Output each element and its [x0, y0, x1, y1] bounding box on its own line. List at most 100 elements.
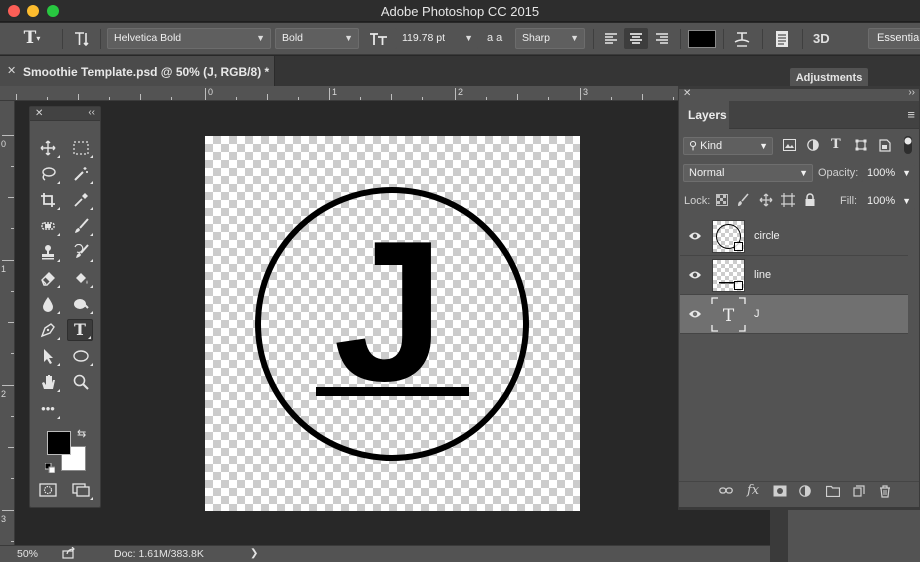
fill-label: Fill: — [840, 195, 858, 207]
layer-filter-select[interactable]: ⚲ Kind ▼ — [683, 137, 773, 155]
layer-name: line — [754, 269, 772, 281]
new-group-icon[interactable] — [825, 485, 841, 500]
document-canvas[interactable]: J — [205, 136, 580, 511]
separator — [593, 29, 594, 49]
brush-tool-icon[interactable] — [68, 215, 94, 237]
eyedropper-tool-icon[interactable] — [68, 189, 94, 211]
more-tools-icon[interactable]: ••• — [35, 398, 61, 420]
link-layers-icon[interactable] — [719, 485, 733, 500]
filter-pixel-icon[interactable] — [783, 139, 796, 154]
zoom-tool-icon[interactable] — [68, 371, 94, 393]
layer-row-j[interactable]: T J — [680, 295, 908, 334]
lock-pixels-icon[interactable] — [737, 193, 749, 210]
type-tool-preset-icon[interactable]: T▾ — [18, 28, 46, 49]
align-left-icon[interactable] — [600, 28, 622, 49]
eraser-tool-icon[interactable] — [35, 267, 61, 289]
vertical-ruler: 0 1 2 3 — [0, 101, 15, 545]
ruler-mark: 0 — [1, 139, 7, 149]
tab-adjustments[interactable]: Adjustments — [790, 68, 868, 86]
chevron-down-icon: ▼ — [759, 141, 768, 151]
close-tab-icon[interactable]: ✕ — [7, 64, 16, 77]
quick-mask-icon[interactable] — [35, 479, 61, 501]
layer-row-line[interactable]: line — [680, 256, 908, 295]
filter-adjustment-icon[interactable] — [807, 139, 819, 154]
filter-type-icon[interactable]: T — [831, 137, 841, 152]
lock-artboard-icon[interactable] — [781, 193, 795, 210]
crop-tool-icon[interactable] — [35, 189, 61, 211]
opacity-input[interactable]: 100% ▼ — [861, 164, 916, 182]
visibility-eye-icon[interactable] — [688, 307, 702, 321]
separator — [762, 29, 763, 49]
character-panel-icon[interactable] — [770, 28, 794, 49]
share-icon[interactable] — [62, 546, 76, 562]
ruler-mark: 1 — [1, 264, 7, 274]
magic-wand-tool-icon[interactable] — [68, 163, 94, 185]
collapse-icon[interactable]: ›› — [908, 87, 915, 98]
lock-transparent-icon[interactable] — [716, 194, 728, 209]
pen-tool-icon[interactable] — [35, 319, 61, 341]
warp-text-icon[interactable] — [730, 28, 754, 49]
font-size-value: 119.78 pt — [402, 32, 446, 44]
clone-stamp-tool-icon[interactable] — [35, 241, 61, 263]
lock-all-icon[interactable] — [804, 193, 816, 210]
filter-toggle[interactable] — [903, 135, 913, 158]
new-layer-icon[interactable] — [853, 485, 865, 500]
collapse-icon[interactable]: ‹‹ — [88, 107, 95, 118]
smart-object-badge-icon — [734, 281, 743, 290]
orientation-icon[interactable] — [70, 28, 94, 49]
panel-menu-icon[interactable]: ≡ — [907, 107, 915, 122]
fill-input[interactable]: 100% ▼ — [861, 192, 916, 210]
chevron-down-icon: ▼ — [344, 33, 353, 43]
blur-tool-icon[interactable] — [35, 293, 61, 315]
3d-button[interactable]: 3D — [813, 28, 839, 49]
align-center-icon[interactable] — [624, 28, 648, 49]
healing-brush-tool-icon[interactable] — [35, 215, 61, 237]
paint-bucket-tool-icon[interactable] — [68, 267, 94, 289]
antialias-select[interactable]: Sharp ▼ — [515, 28, 585, 49]
font-family-select[interactable]: Helvetica Bold ▼ — [107, 28, 271, 49]
chevron-down-icon: ▼ — [464, 33, 473, 43]
visibility-eye-icon[interactable] — [688, 229, 702, 243]
close-icon[interactable]: ✕ — [683, 88, 691, 99]
default-colors-icon[interactable] — [44, 462, 56, 474]
tools-panel-header[interactable]: ✕ ‹‹ — [30, 107, 100, 121]
filter-shape-icon[interactable] — [855, 139, 867, 154]
adjustment-layer-icon[interactable] — [799, 485, 811, 500]
dodge-tool-icon[interactable] — [68, 293, 94, 315]
status-menu-arrow-icon[interactable]: ❯ — [250, 548, 258, 559]
marquee-tool-icon[interactable] — [68, 137, 94, 159]
font-style-select[interactable]: Bold ▼ — [275, 28, 359, 49]
document-tab[interactable]: ✕ Smoothie Template.psd @ 50% (J, RGB/8)… — [0, 56, 275, 86]
delete-layer-icon[interactable] — [879, 485, 891, 501]
history-brush-tool-icon[interactable] — [68, 241, 94, 263]
workspace-select[interactable]: Essential — [868, 28, 920, 49]
lock-position-icon[interactable] — [759, 193, 773, 210]
close-icon[interactable]: ✕ — [35, 108, 43, 119]
layer-row-circle[interactable]: circle — [680, 217, 908, 256]
align-right-icon[interactable] — [651, 28, 673, 49]
move-tool-icon[interactable] — [35, 137, 61, 159]
type-tool-icon[interactable]: T — [67, 319, 93, 341]
dock-gutter — [770, 510, 788, 562]
zoom-level[interactable]: 50% — [17, 548, 38, 560]
document-info: Doc: 1.61M/383.8K — [114, 548, 204, 560]
font-size-select[interactable]: 119.78 pt ▼ — [395, 28, 479, 49]
visibility-eye-icon[interactable] — [688, 268, 702, 282]
layer-style-icon[interactable]: fx — [747, 483, 759, 498]
tab-layers[interactable]: Layers — [679, 101, 729, 129]
blend-mode-value: Normal — [689, 167, 725, 179]
filter-smart-object-icon[interactable] — [879, 139, 891, 155]
svg-text:T: T — [723, 306, 735, 326]
hand-tool-icon[interactable] — [35, 371, 61, 393]
add-mask-icon[interactable] — [773, 485, 787, 500]
swap-colors-icon[interactable]: ⇆ — [77, 427, 86, 440]
blend-mode-select[interactable]: Normal ▼ — [683, 164, 813, 182]
lasso-tool-icon[interactable] — [35, 163, 61, 185]
path-selection-tool-icon[interactable] — [35, 345, 61, 367]
ruler-mark: 3 — [583, 87, 589, 97]
foreground-color-swatch[interactable] — [47, 431, 71, 455]
text-color-swatch[interactable] — [688, 30, 716, 48]
ruler-mark: 2 — [1, 389, 7, 399]
screen-mode-icon[interactable] — [68, 479, 94, 501]
ellipse-tool-icon[interactable] — [68, 345, 94, 367]
